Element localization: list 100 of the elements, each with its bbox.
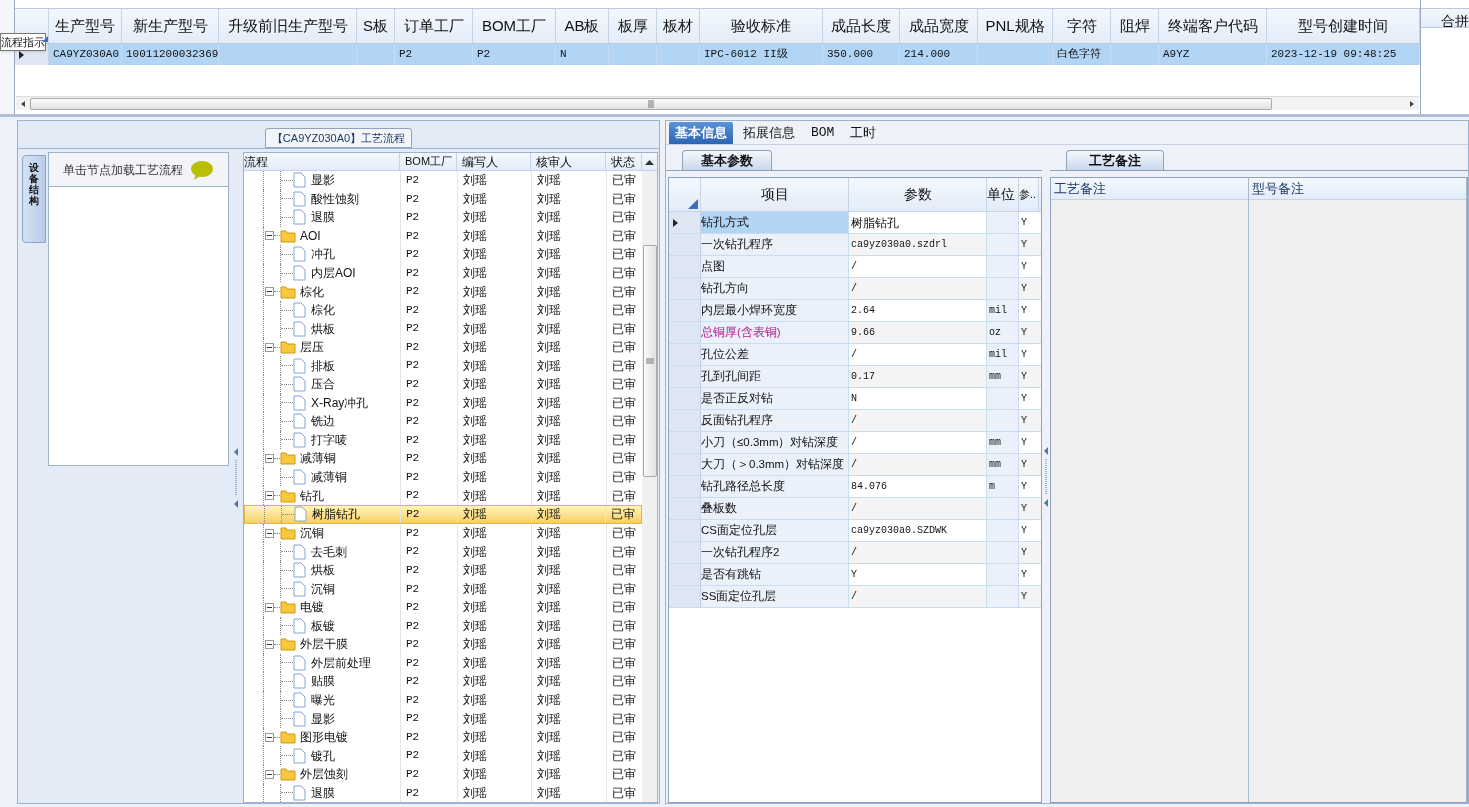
table-row[interactable]: 是否正反对钻 N Y [669,388,1041,410]
tree-row[interactable]: 沉铜 P2 刘瑶 刘瑶 已审 [244,579,642,599]
table-cell-text: 刘瑶 [463,599,487,617]
tree-row[interactable]: 内层AOI P2 刘瑶 刘瑶 已审 [244,263,642,283]
column-header[interactable]: 新生产型号 [122,9,219,43]
column-header[interactable]: 终端客户代码 [1159,9,1267,43]
column-header[interactable]: 型号备注 [1249,178,1466,200]
tree-row[interactable]: 曝光 P2 刘瑶 刘瑶 已审 [244,690,642,710]
table-cell-text: 刘瑶 [537,487,561,505]
table-row[interactable]: 点图 / Y [669,256,1041,278]
column-header[interactable]: AB板 [556,9,609,43]
tree-row[interactable]: 减薄铜 P2 刘瑶 刘瑶 已审 [244,467,642,487]
tree-row[interactable]: 铣边 P2 刘瑶 刘瑶 已审 [244,412,642,431]
tree-row[interactable]: 板镀 P2 刘瑶 刘瑶 已审 [244,616,642,636]
table-cell-text: 已审 [612,227,636,245]
table-row[interactable]: 反面钻孔程序 / Y [669,410,1041,432]
tree-row[interactable]: 外层蚀刻 P2 刘瑶 刘瑶 已审 [244,764,642,784]
column-header[interactable]: PNL规格 [978,9,1053,43]
column-header[interactable]: 验收标准 [700,9,823,43]
tree-row[interactable]: 烘板 P2 刘瑶 刘瑶 已审 [244,319,642,338]
table-row[interactable]: 大刀（＞0.3mm）对钻深度 / mm Y [669,454,1041,476]
tree-row[interactable]: 外层干膜 P2 刘瑶 刘瑶 已审 [244,635,642,654]
tree-row[interactable]: 显影 P2 刘瑶 刘瑶 已审 [244,171,642,190]
column-header[interactable]: BOM工厂 [473,9,556,43]
tree-row[interactable]: 冲孔 P2 刘瑶 刘瑶 已审 [244,245,642,264]
table-cell-text: 刘瑶 [537,450,561,468]
tree-row[interactable]: 退膜 P2 刘瑶 刘瑶 已审 [244,783,642,802]
column-header[interactable]: 生产型号 [49,9,122,43]
column-header[interactable]: 项目 [701,178,849,211]
table-cell-text: Y [1021,414,1027,428]
table-row[interactable]: 是否有跳钻 Y Y [669,564,1041,586]
tree-row[interactable]: AOI P2 刘瑶 刘瑶 已审 [244,226,642,246]
tree-row[interactable]: 贴膜 P2 刘瑶 刘瑶 已审 [244,672,642,691]
table-row[interactable]: 孔位公差 / mil Y [669,344,1041,366]
table-row[interactable]: 总铜厚(含表铜) 9.66 oz Y [669,322,1041,344]
tree-row[interactable]: 打字唛 P2 刘瑶 刘瑶 已审 [244,430,642,450]
side-tab[interactable]: 设备结构 [22,155,46,243]
table-cell-text: 已审 [612,265,636,282]
tree-row[interactable]: 酸性蚀刻 P2 刘瑶 刘瑶 已审 [244,189,642,209]
table-row[interactable]: 内层最小焊环宽度 2.64 mil Y [669,300,1041,322]
tab[interactable]: 拓展信息 [737,122,801,144]
tree-row[interactable]: 图形电镀 P2 刘瑶 刘瑶 已审 [244,727,642,747]
tab[interactable]: 基本信息 [669,122,733,144]
tree-node-label: 退膜 [311,209,335,227]
tree-row[interactable]: 退膜 P2 刘瑶 刘瑶 已审 [244,208,642,227]
column-header[interactable]: 订单工厂 [395,9,473,43]
tree-row[interactable]: 显影 P2 刘瑶 刘瑶 已审 [244,709,642,728]
tree-node-label: 排板 [311,357,335,375]
column-header[interactable]: 升级前旧生产型号 [219,9,357,43]
table-row[interactable]: 小刀（≤0.3mm）对钻深度 / mm Y [669,432,1041,454]
column-header[interactable]: 核审人 [531,153,606,170]
column-header[interactable]: 型号创建时间 [1267,9,1420,43]
column-header[interactable]: 编写人 [457,153,531,170]
tab[interactable]: BOM [805,122,841,144]
tree-row[interactable]: 外层前处理 P2 刘瑶 刘瑶 已审 [244,653,642,673]
table-cell-text: P2 [406,525,420,541]
table-row[interactable]: 孔到孔间距 0.17 mm Y [669,366,1041,388]
table-row[interactable]: 一次钻孔程序 ca9yz030a0.szdrl Y [669,234,1041,256]
column-header[interactable]: 状态 [606,153,642,170]
tree-row[interactable]: 钻孔 P2 刘瑶 刘瑶 已审 [244,486,642,505]
column-header[interactable]: 单位 [987,178,1019,211]
column-header[interactable]: 成品长度 [823,9,900,43]
column-header[interactable]: S板 [357,9,395,43]
tree-row[interactable]: 层压 P2 刘瑶 刘瑶 已审 [244,337,642,357]
table-row[interactable]: 钻孔方式 树脂钻孔 Y [669,212,1041,234]
tree-row[interactable]: 压合 P2 刘瑶 刘瑶 已审 [244,375,642,394]
table-row[interactable]: SS面定位孔层 / Y [669,586,1041,608]
tree-row[interactable]: 棕化 P2 刘瑶 刘瑶 已审 [244,300,642,320]
column-header[interactable]: 参.. [1019,178,1039,211]
column-header[interactable]: 流程 [244,153,400,170]
tree-row[interactable]: 电镀 P2 刘瑶 刘瑶 已审 [244,598,642,617]
tree-row[interactable]: 烘板 P2 刘瑶 刘瑶 已审 [244,560,642,580]
tree-row[interactable]: 沉铜 P2 刘瑶 刘瑶 已审 [244,523,642,543]
table-row[interactable]: 一次钻孔程序2 / Y [669,542,1041,564]
column-header[interactable]: 板材 [657,9,700,43]
column-header[interactable]: BOM工厂 [400,153,457,170]
table-row[interactable]: 钻孔方向 / Y [669,278,1041,300]
tree-row[interactable]: 去毛刺 P2 刘瑶 刘瑶 已审 [244,542,642,561]
tab[interactable]: 基本参数 [682,150,772,170]
column-header[interactable]: 参数 [849,178,987,211]
tab[interactable]: 工艺备注 [1066,150,1164,170]
column-header[interactable]: 成品宽度 [900,9,978,43]
tab[interactable]: 工时 [844,122,883,144]
tree-node-label: 退膜 [311,784,335,802]
table-cell-text: Y [1021,348,1027,362]
table-row[interactable]: CS面定位孔层 ca9yz030a0.SZDWK Y [669,520,1041,542]
column-header[interactable]: 工艺备注 [1051,178,1248,200]
column-header[interactable]: 板厚 [609,9,657,43]
tree-row[interactable]: 树脂钻孔 P2 刘瑶 刘瑶 已审 [244,504,642,524]
tree-row[interactable]: 棕化 P2 刘瑶 刘瑶 已审 [244,282,642,301]
column-header[interactable]: 字符 [1053,9,1111,43]
tree-node-label: 烘板 [311,320,335,338]
tree-row[interactable]: 镀孔 P2 刘瑶 刘瑶 已审 [244,746,642,765]
tree-row[interactable]: 排板 P2 刘瑶 刘瑶 已审 [244,356,642,375]
table-row[interactable]: 叠板数 / Y [669,498,1041,520]
tree-row[interactable]: 减薄铜 P2 刘瑶 刘瑶 已审 [244,449,642,468]
tree-row[interactable]: X-Ray冲孔 P2 刘瑶 刘瑶 已审 [244,393,642,413]
table-cell-text: P2 [406,674,420,690]
table-row[interactable]: 钻孔路径总长度 84.076 m Y [669,476,1041,498]
column-header[interactable]: 阻焊 [1111,9,1159,43]
